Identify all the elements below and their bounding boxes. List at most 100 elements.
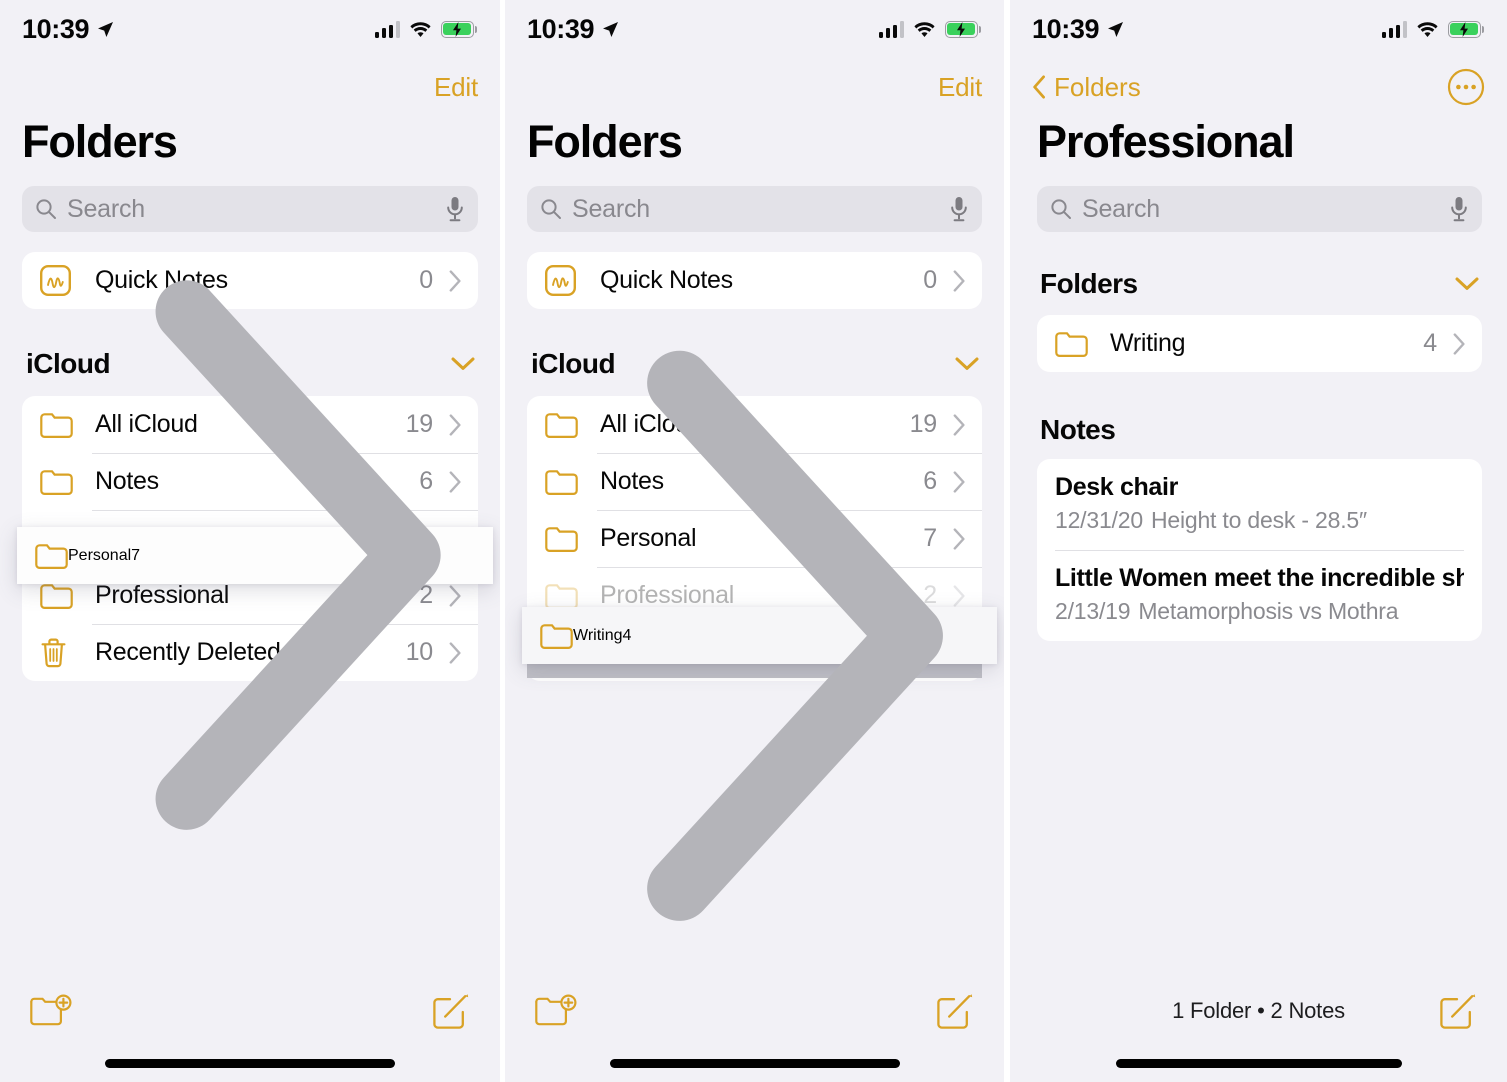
folder-icon (1055, 330, 1091, 357)
home-indicator (609, 1059, 900, 1068)
folder-icon (35, 542, 68, 569)
compose-note-icon[interactable] (936, 992, 974, 1030)
dragging-row-count: 7 (131, 546, 141, 564)
nav-bar: Folders (1010, 58, 1507, 116)
microphone-icon[interactable] (949, 196, 969, 222)
three-panel-screenshot: 10:39 Edit Folders Search Quick Notes 0 … (0, 0, 1507, 1082)
folder-icon (545, 582, 581, 609)
search-placeholder: Search (572, 194, 651, 223)
search-bar[interactable]: Search (527, 186, 982, 232)
section-title: Folders (1040, 268, 1138, 299)
list-item-quick-notes[interactable]: Quick Notes 0 (527, 252, 982, 309)
compose-note-icon[interactable] (1439, 992, 1477, 1030)
bottom-toolbar: 1 Folder • 2 Notes (1010, 982, 1507, 1040)
dragging-folder-row-personal[interactable]: Personal 7 (17, 280, 493, 831)
dragging-row-label: Writing (573, 626, 623, 644)
new-folder-icon[interactable] (30, 994, 72, 1028)
chevron-down-icon[interactable] (1454, 276, 1480, 292)
table-row[interactable]: Writing 4 (1037, 315, 1482, 372)
quick-notes-card: Quick Notes 0 (527, 252, 982, 309)
status-bar-left: 10:39 (527, 14, 619, 45)
status-bar-right (1381, 20, 1485, 38)
battery-charging-icon (441, 20, 478, 38)
list-item-count: 0 (923, 266, 937, 294)
folder-status-text: 1 Folder • 2 Notes (1172, 998, 1345, 1023)
ellipsis-circle-icon[interactable] (1447, 68, 1485, 106)
status-bar-right (374, 20, 478, 38)
search-bar[interactable]: Search (1037, 186, 1482, 232)
list-item-label: Quick Notes (600, 266, 733, 294)
microphone-icon[interactable] (1449, 196, 1469, 222)
cellular-signal-icon (1381, 21, 1407, 38)
note-subtitle: 12/31/20 Height to desk - 28.5″ (1055, 507, 1464, 534)
folder-icon (40, 468, 76, 495)
status-time: 10:39 (22, 13, 90, 44)
dragging-row-label: Personal (68, 546, 132, 564)
search-icon (1051, 199, 1071, 219)
bottom-toolbar (0, 982, 500, 1040)
search-placeholder: Search (1082, 194, 1161, 223)
folder-icon (540, 622, 573, 649)
status-bar: 10:39 (1010, 0, 1507, 58)
section-title: iCloud (26, 348, 111, 379)
table-row-count: 4 (1423, 329, 1437, 357)
quick-note-icon (545, 265, 581, 296)
status-bar-left: 10:39 (22, 14, 114, 45)
chevron-right-icon (953, 269, 965, 292)
chevron-right-icon (647, 350, 944, 921)
edit-button[interactable]: Edit (434, 72, 478, 103)
page-title: Folders (22, 116, 178, 167)
list-item-note[interactable]: Desk chair 12/31/20 Height to desk - 28.5… (1037, 459, 1482, 550)
page-title: Professional (1037, 116, 1295, 167)
status-bar-right (878, 20, 982, 38)
section-title: Notes (1040, 414, 1116, 445)
location-arrow-icon (98, 21, 114, 37)
wifi-icon (410, 21, 431, 37)
back-button[interactable]: Folders (1032, 72, 1141, 103)
dragging-folder-row-writing[interactable]: Writing 4 (522, 350, 997, 921)
new-folder-icon[interactable] (535, 994, 577, 1028)
home-indicator (1115, 1059, 1402, 1068)
cellular-signal-icon (878, 21, 904, 38)
list-item-note[interactable]: Little Women meet the incredible shri… 2… (1037, 550, 1482, 641)
battery-charging-icon (945, 20, 982, 38)
nav-bar: Edit (0, 58, 500, 116)
chevron-right-icon (155, 280, 441, 831)
note-title: Desk chair (1055, 473, 1178, 501)
status-bar: 10:39 (0, 0, 500, 58)
folder-icon (40, 411, 76, 438)
note-preview: Metamorphosis vs Mothra (1138, 598, 1399, 624)
section-header-folders[interactable]: Folders (1040, 268, 1480, 300)
bottom-toolbar (505, 982, 1004, 1040)
panel-professional-folder: 10:39 Folders Professional Search Folder… (1010, 0, 1507, 1082)
search-icon (36, 199, 56, 219)
page-title: Folders (527, 116, 683, 167)
status-time: 10:39 (527, 13, 595, 44)
edit-button[interactable]: Edit (938, 72, 982, 103)
section-header-notes: Notes (1040, 414, 1480, 446)
chevron-left-icon (1033, 75, 1045, 99)
nav-bar: Edit (505, 58, 1004, 116)
note-date: 2/13/19 (1055, 598, 1131, 624)
folder-icon (545, 411, 581, 438)
chevron-right-icon (1453, 332, 1465, 355)
quick-note-icon (40, 265, 76, 296)
status-bar-left: 10:39 (1032, 14, 1124, 45)
wifi-icon (1417, 21, 1438, 37)
trash-icon (40, 637, 76, 668)
section-title: iCloud (531, 348, 616, 379)
back-button-label: Folders (1054, 71, 1141, 102)
panel-folders-dragging-personal: 10:39 Edit Folders Search Quick Notes 0 … (0, 0, 500, 1082)
search-bar[interactable]: Search (22, 186, 478, 232)
status-bar: 10:39 (505, 0, 1004, 58)
microphone-icon[interactable] (445, 196, 465, 222)
notes-card: Desk chair 12/31/20 Height to desk - 28.5… (1037, 459, 1482, 641)
subfolders-card: Writing 4 (1037, 315, 1482, 372)
note-title: Little Women meet the incredible shri… (1055, 564, 1464, 592)
folder-icon (545, 468, 581, 495)
search-placeholder: Search (67, 194, 146, 223)
panel-folders-dragging-writing: 10:39 Edit Folders Search Quick Notes 0 … (505, 0, 1004, 1082)
compose-note-icon[interactable] (432, 992, 470, 1030)
battery-charging-icon (1448, 20, 1485, 38)
wifi-icon (914, 21, 935, 37)
